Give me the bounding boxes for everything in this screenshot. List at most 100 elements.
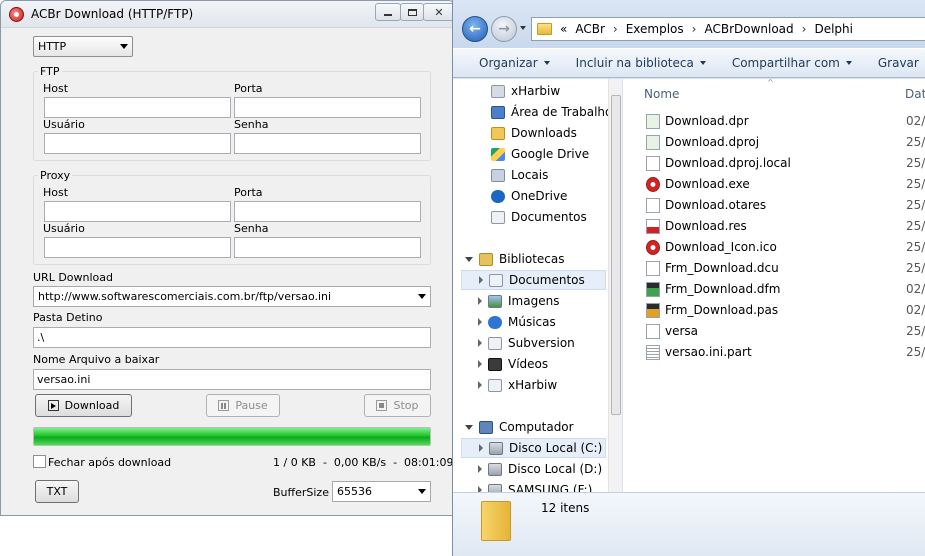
- column-header-name[interactable]: Nome: [644, 87, 679, 101]
- gravar-button[interactable]: Gravar: [878, 56, 919, 70]
- nav-item-google-drive[interactable]: Google Drive: [461, 144, 606, 164]
- download-status-text: 1 / 0 KB - 0,00 KB/s - 08:01:09: [273, 456, 454, 469]
- nav-item-disco-d[interactable]: Disco Local (D:): [461, 459, 606, 479]
- breadcrumb-acbr[interactable]: ACBr: [575, 22, 605, 36]
- expand-arrow-icon[interactable]: [478, 381, 482, 389]
- breadcrumb-separator-icon[interactable]: ›: [692, 22, 697, 36]
- file-row[interactable]: Download.dproj 25/1: [646, 132, 925, 152]
- minimize-button[interactable]: [375, 3, 401, 21]
- expand-arrow-icon[interactable]: [478, 360, 482, 368]
- onedrive-icon: [491, 189, 505, 203]
- desktop-icon: [491, 105, 505, 119]
- expand-arrow-icon[interactable]: [479, 276, 483, 284]
- file-name: versa: [665, 324, 699, 338]
- nav-item-bibliotecas[interactable]: Bibliotecas: [461, 249, 606, 269]
- close-icon: ✕: [434, 5, 444, 19]
- ftp-senha-input[interactable]: [234, 133, 421, 154]
- nav-item-area-de-trabalho[interactable]: Área de Trabalho: [461, 102, 610, 122]
- file-name: versao.ini.part: [665, 345, 752, 359]
- documents-icon: [491, 210, 505, 224]
- file-date: 25/1: [906, 198, 925, 212]
- file-row[interactable]: Frm_Download.pas 02/1: [646, 300, 925, 320]
- breadcrumb-overflow[interactable]: «: [560, 22, 567, 36]
- nav-item-label: Área de Trabalho: [511, 105, 611, 119]
- nav-item-downloads[interactable]: Downloads: [461, 123, 606, 143]
- forward-button[interactable]: →: [491, 16, 517, 42]
- nav-item-documentos[interactable]: Documentos: [461, 207, 606, 227]
- nav-item-onedrive[interactable]: OneDrive: [461, 186, 606, 206]
- buffersize-select[interactable]: 65536: [332, 481, 431, 502]
- expand-arrow-icon[interactable]: [478, 297, 482, 305]
- navigation-scrollbar[interactable]: [608, 79, 622, 492]
- nav-item-xharbiw-library[interactable]: xHarbiw: [461, 375, 606, 395]
- close-button[interactable]: ✕: [423, 3, 454, 21]
- maximize-button[interactable]: [400, 3, 424, 21]
- nav-item-musicas[interactable]: Músicas: [461, 312, 606, 332]
- collapse-arrow-icon[interactable]: [465, 256, 473, 262]
- proxy-usuario-input[interactable]: [44, 237, 231, 258]
- recent-pages-dropdown[interactable]: [520, 26, 526, 30]
- nav-item-xharbiw[interactable]: xHarbiw: [461, 81, 606, 101]
- expand-arrow-icon[interactable]: [478, 339, 482, 347]
- compartilhar-menu[interactable]: Compartilhar com: [732, 56, 852, 70]
- nome-arquivo-input[interactable]: versao.ini: [33, 369, 431, 390]
- file-row[interactable]: versao.ini.part 25/1: [646, 342, 925, 362]
- url-download-select[interactable]: http://www.softwarescomerciais.com.br/ft…: [33, 286, 431, 307]
- expand-arrow-icon[interactable]: [479, 444, 483, 452]
- breadcrumb-exemplos[interactable]: Exemplos: [626, 22, 684, 36]
- navigation-area: ← → « ACBr › Exemplos › ACBrDownload › D…: [453, 0, 925, 48]
- progress-fill: [34, 428, 430, 445]
- file-row[interactable]: Download.exe 25/1: [646, 174, 925, 194]
- nav-item-label: Computador: [499, 420, 574, 434]
- file-row[interactable]: Frm_Download.dcu 25/1: [646, 258, 925, 278]
- file-date: 25/1: [906, 135, 925, 149]
- breadcrumb-delphi[interactable]: Delphi: [814, 22, 853, 36]
- ftp-usuario-input[interactable]: [44, 133, 231, 154]
- incluir-biblioteca-menu[interactable]: Incluir na biblioteca: [576, 56, 706, 70]
- nav-item-samsung-f[interactable]: SAMSUNG (F:): [461, 480, 606, 492]
- fechar-apos-download-checkbox[interactable]: [33, 455, 46, 468]
- collapse-arrow-icon[interactable]: [465, 424, 473, 430]
- file-row[interactable]: Download_Icon.ico 25/1: [646, 237, 925, 257]
- nav-item-videos[interactable]: Vídeos: [461, 354, 606, 374]
- breadcrumb-acbrdownload[interactable]: ACBrDownload: [704, 22, 793, 36]
- stop-button[interactable]: Stop: [364, 394, 431, 417]
- nav-item-subversion[interactable]: Subversion: [461, 333, 606, 353]
- breadcrumb-separator-icon[interactable]: ›: [613, 22, 618, 36]
- file-row[interactable]: Frm_Download.dfm 02/1: [646, 279, 925, 299]
- file-row[interactable]: Download.res 25/1: [646, 216, 925, 236]
- nav-item-bibliotecas-documentos[interactable]: Documentos: [461, 270, 606, 290]
- proxy-senha-input[interactable]: [234, 237, 421, 258]
- scrollbar-thumb[interactable]: [611, 95, 621, 415]
- file-row[interactable]: Download.dproj.local 25/1: [646, 153, 925, 173]
- file-row[interactable]: Download.dpr 02/1: [646, 111, 925, 131]
- file-name: Frm_Download.pas: [665, 303, 779, 317]
- file-date: 02/1: [906, 114, 925, 128]
- proxy-porta-input[interactable]: [234, 201, 421, 222]
- ftp-porta-input[interactable]: [234, 97, 421, 118]
- expand-arrow-icon[interactable]: [478, 318, 482, 326]
- res-icon: [646, 218, 660, 234]
- download-button[interactable]: Download: [35, 394, 132, 417]
- address-bar[interactable]: « ACBr › Exemplos › ACBrDownload › Delph…: [531, 17, 925, 41]
- nav-item-computador[interactable]: Computador: [461, 417, 606, 437]
- breadcrumb-separator-icon[interactable]: ›: [802, 22, 807, 36]
- nav-item-label: Locais: [511, 168, 549, 182]
- protocol-select[interactable]: HTTP: [33, 36, 133, 57]
- ftp-host-input[interactable]: [44, 97, 231, 118]
- expand-arrow-icon[interactable]: [478, 465, 482, 473]
- pasta-destino-input[interactable]: .\: [33, 327, 431, 348]
- proxy-group: Proxy Host Porta Usuário Senha: [33, 169, 431, 265]
- file-row[interactable]: Download.otares 25/1: [646, 195, 925, 215]
- proxy-host-input[interactable]: [44, 201, 231, 222]
- column-header-date[interactable]: Data: [905, 87, 925, 101]
- organizar-menu[interactable]: Organizar: [479, 56, 550, 70]
- txt-button[interactable]: TXT: [35, 480, 79, 503]
- nav-item-imagens[interactable]: Imagens: [461, 291, 606, 311]
- ftp-group: FTP Host Porta Usuário Senha: [33, 65, 431, 161]
- file-row[interactable]: versa 25/1: [646, 321, 925, 341]
- pause-button[interactable]: Pause: [206, 394, 280, 417]
- nav-item-locais[interactable]: Locais: [461, 165, 606, 185]
- back-button[interactable]: ←: [462, 16, 488, 42]
- nav-item-disco-c[interactable]: Disco Local (C:): [461, 438, 606, 458]
